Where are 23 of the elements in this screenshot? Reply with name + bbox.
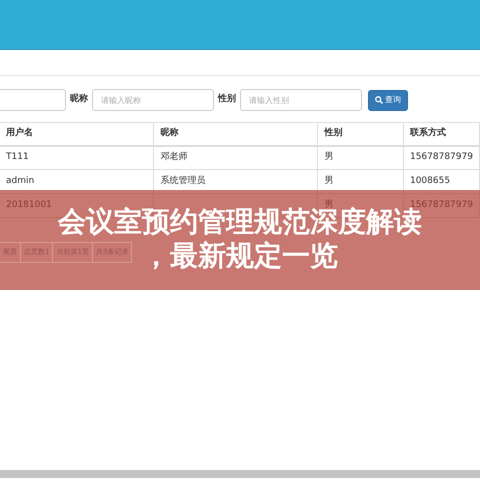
search-button[interactable]: 查询 <box>368 90 408 110</box>
column-header: 昵称 <box>154 122 318 146</box>
table-cell: 系统管理员 <box>160 176 206 186</box>
search-field[interactable] <box>0 89 66 111</box>
table-cell: 1008655 <box>410 176 450 186</box>
banner-title: ，最新规定一览 <box>142 242 338 270</box>
table-cell: 20181001 <box>6 200 52 210</box>
column-header: 性别 <box>318 122 404 146</box>
column-header: 用户名 <box>0 122 154 146</box>
table-cell: admin <box>6 176 34 186</box>
table-cell: 男 <box>324 176 334 186</box>
search-icon <box>375 96 383 104</box>
field-label: 性别 <box>218 93 236 106</box>
field-label: 昵称 <box>70 93 88 106</box>
table-cell: 男 <box>324 200 334 210</box>
column-header: 联系方式 <box>403 122 480 146</box>
banner-title: 会议室预约管理规范深度解读 <box>58 208 422 236</box>
search-field[interactable]: 请输入昵称 <box>92 89 214 111</box>
table-cell: T111 <box>6 152 29 162</box>
table-cell: 男 <box>324 152 334 162</box>
table-cell: 15678787979 <box>410 152 473 162</box>
table-cell: 邓老师 <box>160 152 188 162</box>
search-field[interactable]: 请输入性别 <box>240 89 362 111</box>
